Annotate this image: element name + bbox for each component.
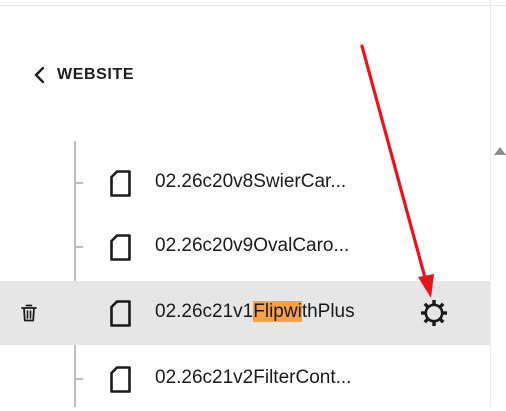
page-item-label: 02.26c20v9OvalCaro... xyxy=(155,235,350,256)
file-icon xyxy=(110,300,131,327)
page-item[interactable]: 02.26c20v9OvalCaro... xyxy=(0,215,490,279)
file-icon xyxy=(110,234,131,261)
page-item[interactable]: 02.26c20v8SwierCar... xyxy=(0,151,490,215)
page-item-active[interactable]: 02.26c21v1FlipwithPlus xyxy=(0,281,490,345)
chevron-left-icon xyxy=(34,66,45,84)
tree-branch xyxy=(76,378,83,380)
back-link-label: WEBSITE xyxy=(57,66,135,83)
trash-icon[interactable] xyxy=(20,303,38,323)
page-item-label: 02.26c21v1FlipwithPlus xyxy=(155,301,355,323)
search-highlight: Flipwi xyxy=(253,301,302,322)
label-prefix: 02.26c21v1 xyxy=(155,301,254,322)
scroll-up-icon[interactable] xyxy=(494,147,506,155)
gear-icon[interactable] xyxy=(419,298,449,328)
page-item[interactable]: 02.26c21v2FilterCont... xyxy=(0,347,490,411)
label-suffix: thPlus xyxy=(301,301,355,322)
top-divider xyxy=(0,5,506,6)
file-icon xyxy=(110,170,131,197)
file-icon xyxy=(110,366,131,393)
tree-branch xyxy=(76,182,83,184)
tree-branch xyxy=(76,246,83,248)
back-website-link[interactable]: WEBSITE xyxy=(30,60,134,90)
panel-divider xyxy=(490,0,491,407)
page-item-label: 02.26c20v8SwierCar... xyxy=(155,171,347,192)
page-item-label: 02.26c21v2FilterCont... xyxy=(155,367,352,388)
